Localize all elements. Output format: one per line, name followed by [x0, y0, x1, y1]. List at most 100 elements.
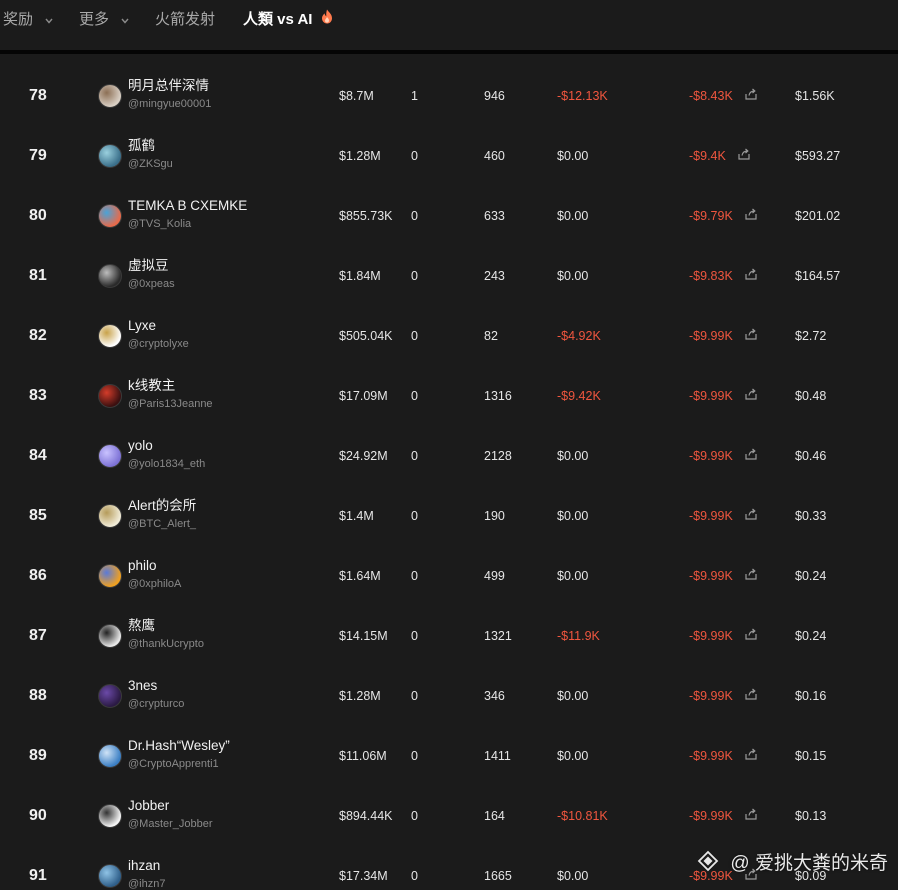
user-info[interactable]: k线教主 @Paris13Jeanne	[128, 378, 213, 412]
pnl-value-secondary: -$9.99K	[689, 809, 733, 823]
count-value: 0	[411, 449, 418, 463]
user-handle: @CryptoApprenti1	[128, 758, 219, 770]
user-handle: @Paris13Jeanne	[128, 398, 213, 410]
user-info[interactable]: 3nes @crypturco	[128, 678, 184, 712]
user-info[interactable]: 明月总伴深情 @mingyue00001	[128, 78, 211, 112]
nav-human-vs-ai[interactable]: 人類 vs AI	[243, 9, 333, 31]
volume-value: $17.34M	[339, 869, 388, 883]
user-handle: @TVS_Kolia	[128, 218, 192, 230]
user-handle: @BTC_Alert_	[128, 518, 197, 530]
share-icon[interactable]	[744, 87, 758, 101]
trades-value: 1411	[484, 749, 511, 763]
avatar[interactable]	[98, 504, 122, 528]
count-value: 1	[411, 89, 418, 103]
avatar[interactable]	[98, 384, 122, 408]
user-name: k线教主	[128, 378, 176, 393]
rank-number: 88	[29, 687, 47, 704]
user-info[interactable]: yolo @yolo1834_eth	[128, 438, 205, 472]
share-icon[interactable]	[737, 147, 751, 161]
user-info[interactable]: Alert的会所 @BTC_Alert_	[128, 498, 196, 532]
avatar[interactable]	[98, 144, 122, 168]
nav-more[interactable]: 更多	[79, 9, 129, 31]
user-name: Lyxe	[128, 318, 157, 333]
user-info[interactable]: Dr.Hash“Wesley” @CryptoApprenti1	[128, 738, 230, 772]
pnl-value-secondary: -$9.79K	[689, 209, 733, 223]
nav-rocket-launch[interactable]: 火箭发射	[155, 9, 215, 31]
share-icon[interactable]	[744, 807, 758, 821]
avatar[interactable]	[98, 84, 122, 108]
user-info[interactable]: philo @0xphiloA	[128, 558, 181, 592]
user-info[interactable]: ihzan @ihzn7	[128, 858, 165, 890]
share-icon[interactable]	[744, 747, 758, 761]
avatar[interactable]	[98, 684, 122, 708]
table-row[interactable]: 78 明月总伴深情 @mingyue00001 $8.7M 1 946 -$12.13K -$…	[0, 66, 898, 126]
table-row[interactable]: 88 3nes @crypturco $1.28M 0 346 $0.00 -$9.99K $0…	[0, 666, 898, 726]
share-icon[interactable]	[744, 387, 758, 401]
nav-human-vs-ai-label: 人類 vs AI	[243, 11, 313, 28]
reward-value: $201.02	[795, 209, 841, 223]
rank-number: 85	[29, 507, 47, 524]
avatar[interactable]	[98, 744, 122, 768]
avatar[interactable]	[98, 864, 122, 888]
chevron-down-icon	[45, 9, 53, 31]
avatar[interactable]	[98, 564, 122, 588]
share-icon[interactable]	[744, 627, 758, 641]
user-handle: @cryptolyxe	[128, 338, 189, 350]
user-handle: @ihzn7	[128, 878, 166, 890]
user-info[interactable]: Lyxe @cryptolyxe	[128, 318, 189, 352]
table-row[interactable]: 82 Lyxe @cryptolyxe $505.04K 0 82 -$4.92K -$9.9…	[0, 306, 898, 366]
avatar[interactable]	[98, 264, 122, 288]
table-row[interactable]: 90 Jobber @Master_Jobber $894.44K 0 164 -$10.8…	[0, 786, 898, 846]
reward-value: $0.15	[795, 749, 827, 763]
table-row[interactable]: 83 k线教主 @Paris13Jeanne $17.09M 0 1316 -$9.42K -…	[0, 366, 898, 426]
nav-rewards[interactable]: 奖励	[3, 9, 53, 31]
table-row[interactable]: 80 TEMKA B CXEMKE @TVS_Kolia $855.73K 0 633 $0…	[0, 186, 898, 246]
avatar[interactable]	[98, 444, 122, 468]
volume-value: $505.04K	[339, 329, 393, 343]
rank-number: 80	[29, 207, 47, 224]
avatar[interactable]	[98, 804, 122, 828]
table-row[interactable]: 81 虚拟豆 @0xpeas $1.84M 0 243 $0.00 -$9.83K $164.5…	[0, 246, 898, 306]
table-row[interactable]: 84 yolo @yolo1834_eth $24.92M 0 2128 $0.00 -$9.…	[0, 426, 898, 486]
table-row[interactable]: 79 孤鹤 @ZKSgu $1.28M 0 460 $0.00 -$9.4K $593.27	[0, 126, 898, 186]
avatar[interactable]	[98, 324, 122, 348]
user-info[interactable]: 孤鹤 @ZKSgu	[128, 138, 173, 172]
fire-icon	[321, 9, 333, 31]
trades-value: 164	[484, 809, 505, 823]
share-icon[interactable]	[744, 507, 758, 521]
share-icon[interactable]	[744, 447, 758, 461]
trades-value: 633	[484, 209, 505, 223]
reward-value: $0.33	[795, 509, 827, 523]
share-icon[interactable]	[744, 687, 758, 701]
share-icon[interactable]	[744, 207, 758, 221]
pnl-value-secondary: -$9.99K	[689, 569, 733, 583]
user-info[interactable]: TEMKA B CXEMKE @TVS_Kolia	[128, 198, 247, 232]
user-info[interactable]: Jobber @Master_Jobber	[128, 798, 213, 832]
watermark: @ 爱挑大粪的米奇	[697, 848, 888, 878]
table-row[interactable]: 89 Dr.Hash“Wesley” @CryptoApprenti1 $11.06M…	[0, 726, 898, 786]
user-name: 孤鹤	[128, 138, 155, 153]
nav-more-label: 更多	[79, 11, 110, 28]
volume-value: $11.06M	[339, 749, 387, 763]
share-icon[interactable]	[744, 327, 758, 341]
rank-number: 84	[29, 447, 47, 464]
avatar[interactable]	[98, 624, 122, 648]
rank-number: 87	[29, 627, 47, 644]
count-value: 0	[411, 629, 418, 643]
volume-value: $1.28M	[339, 689, 381, 703]
table-row[interactable]: 87 熬鹰 @thankUcrypto $14.15M 0 1321 -$11.9K -$9.…	[0, 606, 898, 666]
user-handle: @mingyue00001	[128, 98, 212, 110]
volume-value: $894.44K	[339, 809, 393, 823]
user-name: Jobber	[128, 798, 170, 813]
avatar[interactable]	[98, 204, 122, 228]
user-info[interactable]: 虚拟豆 @0xpeas	[128, 258, 175, 292]
rank-number: 83	[29, 387, 47, 404]
chevron-down-icon	[121, 9, 129, 31]
user-info[interactable]: 熬鹰 @thankUcrypto	[128, 618, 204, 652]
table-row[interactable]: 85 Alert的会所 @BTC_Alert_ $1.4M 0 190 $0.00 -$9.9…	[0, 486, 898, 546]
reward-value: $2.72	[795, 329, 827, 343]
share-icon[interactable]	[744, 567, 758, 581]
share-icon[interactable]	[744, 267, 758, 281]
table-row[interactable]: 86 philo @0xphiloA $1.64M 0 499 $0.00 -$9.99K $0…	[0, 546, 898, 606]
pnl-value: $0.00	[557, 869, 589, 883]
